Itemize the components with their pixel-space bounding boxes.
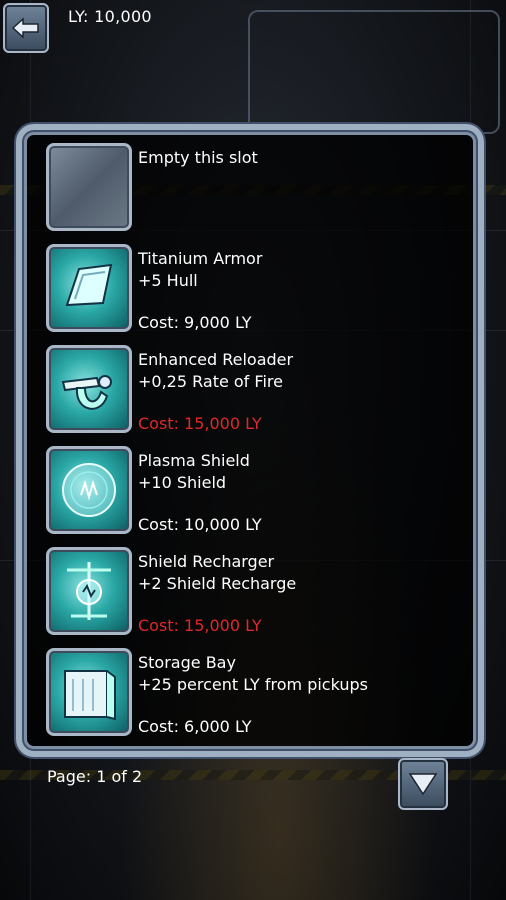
item-cost: Cost: 9,000 LY xyxy=(138,313,252,332)
item-name: Storage Bay xyxy=(138,653,236,672)
item-name: Empty this slot xyxy=(138,148,258,167)
empty-slot-icon xyxy=(46,143,132,231)
list-item-titanium-armor[interactable]: Titanium Armor +5 Hull Cost: 9,000 LY xyxy=(46,244,466,340)
storage-bay-icon xyxy=(46,648,132,736)
item-bonus: +10 Shield xyxy=(138,473,227,492)
recharger-icon xyxy=(46,547,132,635)
item-bonus: +2 Shield Recharge xyxy=(138,574,297,593)
item-name: Titanium Armor xyxy=(138,249,263,268)
item-cost: Cost: 6,000 LY xyxy=(138,717,252,736)
item-bonus: +0,25 Rate of Fire xyxy=(138,372,283,391)
item-cost: Cost: 10,000 LY xyxy=(138,515,262,534)
list-item-storage-bay[interactable]: Storage Bay +25 percent LY from pickups … xyxy=(46,648,466,744)
page-indicator: Page: 1 of 2 xyxy=(47,767,143,786)
upgrade-list: Empty this slot Titanium Armor +5 Hull C… xyxy=(30,138,470,744)
arrow-down-icon xyxy=(408,773,438,796)
item-bonus: +25 percent LY from pickups xyxy=(138,675,368,694)
item-cost: Cost: 15,000 LY xyxy=(138,616,262,635)
armor-plate-icon xyxy=(46,244,132,332)
next-page-button[interactable] xyxy=(398,758,448,810)
item-name: Enhanced Reloader xyxy=(138,350,294,369)
list-item-enhanced-reloader[interactable]: Enhanced Reloader +0,25 Rate of Fire Cos… xyxy=(46,345,466,441)
decorative-frame xyxy=(248,10,500,134)
list-item-empty-slot[interactable]: Empty this slot xyxy=(46,143,466,239)
item-cost: Cost: 15,000 LY xyxy=(138,414,262,433)
arrow-left-icon xyxy=(11,17,39,39)
item-name: Plasma Shield xyxy=(138,451,250,470)
shield-orb-icon xyxy=(46,446,132,534)
reloader-icon xyxy=(46,345,132,433)
item-name: Shield Recharger xyxy=(138,552,275,571)
list-item-shield-recharger[interactable]: Shield Recharger +2 Shield Recharge Cost… xyxy=(46,547,466,643)
item-bonus: +5 Hull xyxy=(138,271,198,290)
list-item-plasma-shield[interactable]: Plasma Shield +10 Shield Cost: 10,000 LY xyxy=(46,446,466,542)
ly-balance: LY: 10,000 xyxy=(68,7,152,26)
back-button[interactable] xyxy=(3,3,49,53)
